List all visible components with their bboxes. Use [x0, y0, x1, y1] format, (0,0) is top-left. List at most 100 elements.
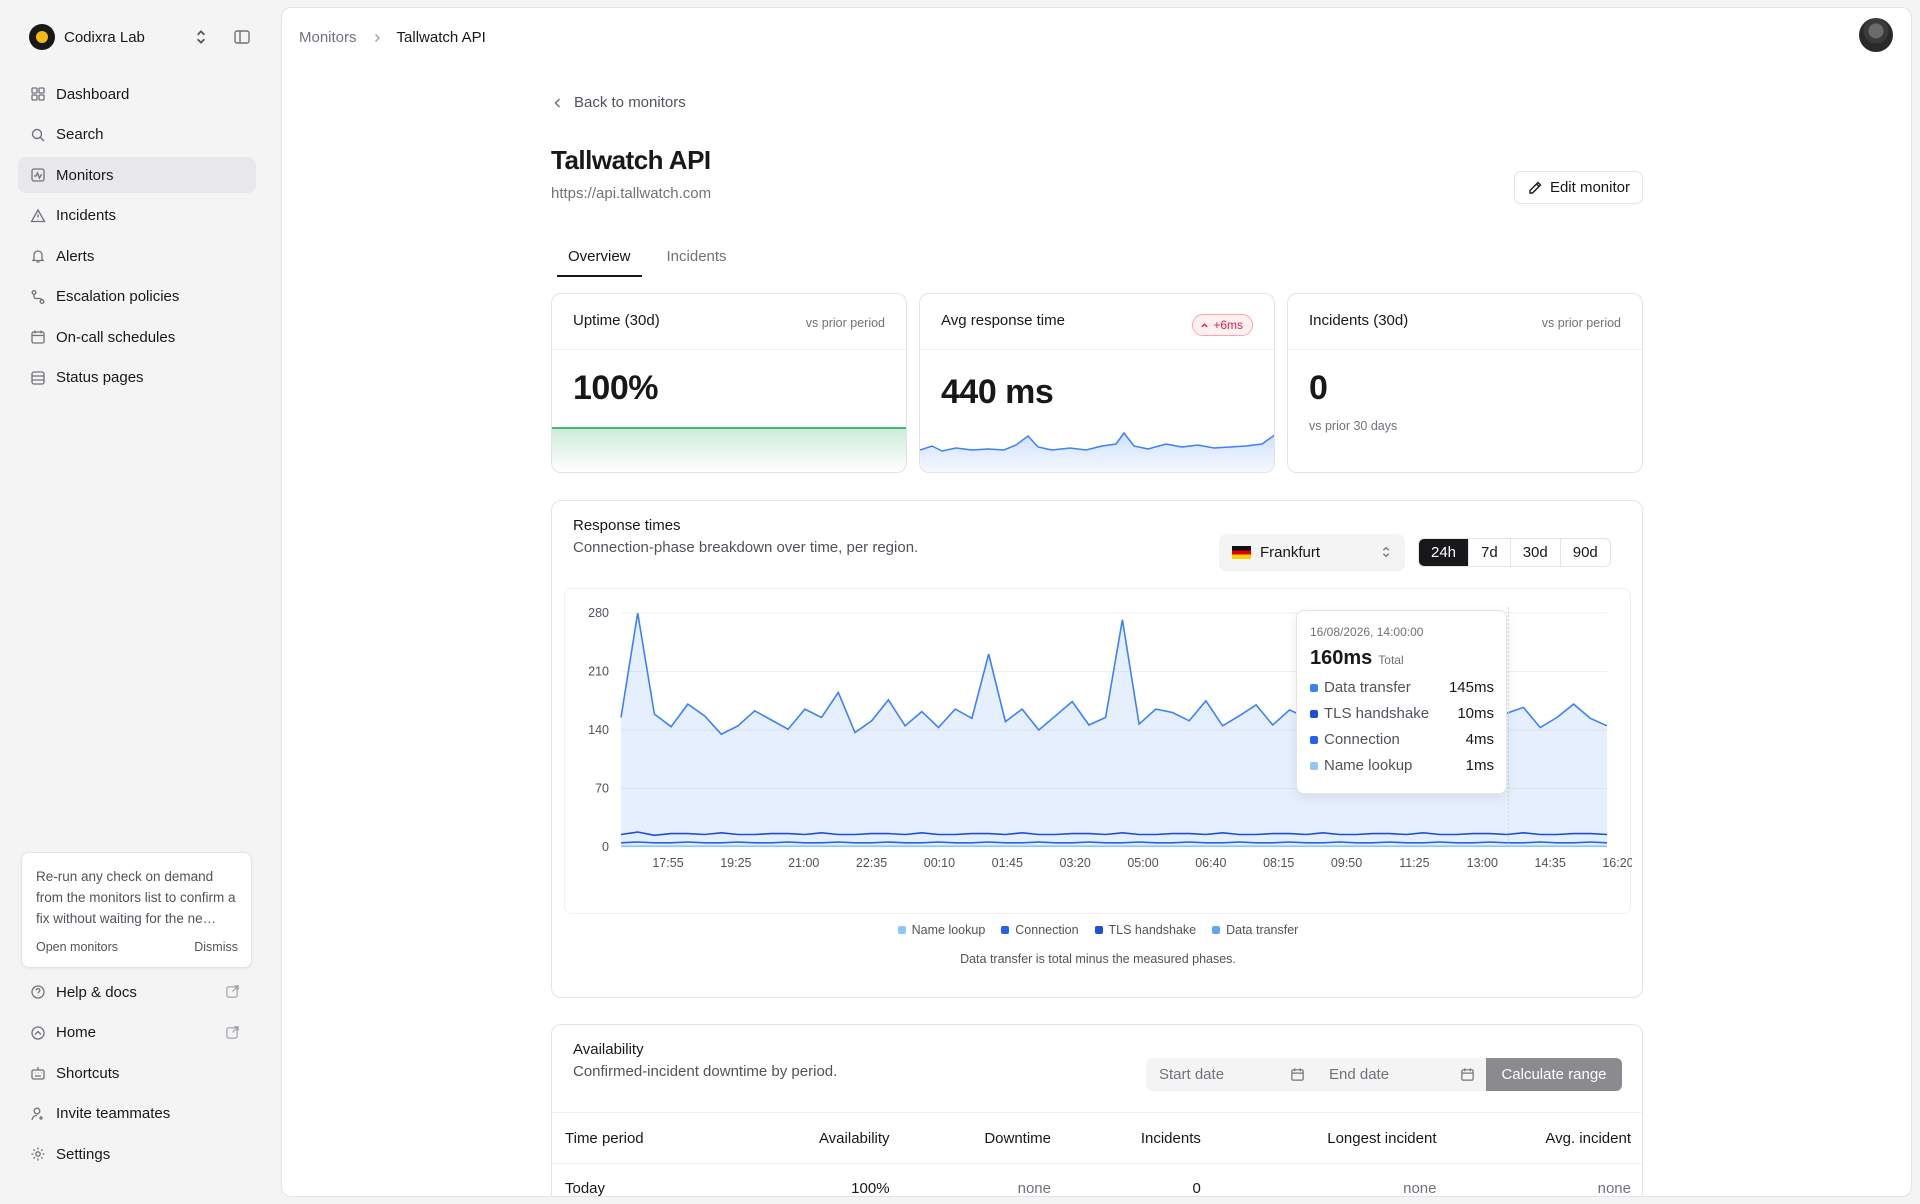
col-longest-incident: Longest incident: [1213, 1112, 1450, 1164]
table-header-row: Time period Availability Downtime Incide…: [552, 1112, 1642, 1164]
tooltip-label: Connection: [1324, 731, 1400, 748]
calendar-icon: [1291, 1068, 1304, 1081]
open-monitors-link[interactable]: Open monitors: [36, 940, 118, 954]
incidents-title: Incidents (30d): [1309, 312, 1409, 329]
tooltip-value: 145ms: [1448, 679, 1494, 696]
tooltip-total-label: Total: [1378, 653, 1404, 667]
sidebar-item-label: Help & docs: [56, 983, 137, 1001]
tooltip-swatch: [1310, 735, 1318, 744]
org-switcher[interactable]: Codixra Lab: [29, 24, 261, 50]
search-icon: [31, 128, 45, 141]
uptime-sparkline: [552, 427, 906, 472]
back-link[interactable]: Back to monitors: [551, 94, 686, 111]
tip-card: Re-run any check on demand from the moni…: [21, 852, 252, 968]
x-tick-label: 17:55: [652, 856, 683, 870]
sidebar-item-label: Home: [56, 1024, 97, 1041]
sidebar-item-label: Incidents: [56, 207, 117, 224]
end-date-placeholder: End date: [1329, 1066, 1390, 1083]
range-7d[interactable]: 7d: [1468, 539, 1510, 566]
legend-item[interactable]: TLS handshake: [1094, 923, 1197, 937]
sidebar-item-invite-teammates[interactable]: Invite teammates: [18, 1096, 256, 1132]
tab-incidents[interactable]: Incidents: [656, 241, 738, 277]
region-select[interactable]: Frankfurt: [1219, 534, 1405, 571]
x-tick-label: 01:45: [992, 856, 1023, 870]
breadcrumb-monitors[interactable]: Monitors: [299, 29, 357, 46]
response-card: Avg response time +6ms 440 ms: [919, 293, 1275, 473]
legend-label: Name lookup: [911, 923, 986, 937]
x-tick-label: 06:40: [1195, 856, 1226, 870]
incidents-note: vs prior period: [1541, 316, 1621, 330]
gear-icon: [31, 1147, 45, 1161]
range-90d[interactable]: 90d: [1559, 539, 1610, 566]
status-page-icon: [31, 370, 45, 385]
table-row: Today 100% none 0 none none: [552, 1164, 1642, 1197]
monitor-url: https://api.tallwatch.com: [551, 185, 712, 202]
avatar[interactable]: [1859, 18, 1893, 52]
chart-legend: Name lookup Connection TLS handshake Data t…: [552, 923, 1642, 937]
col-avg-incident: Avg. incident: [1449, 1112, 1642, 1164]
x-tick-label: 13:00: [1467, 856, 1498, 870]
trend-badge: +6ms: [1192, 314, 1253, 336]
sidebar-item-settings[interactable]: Settings: [18, 1136, 256, 1172]
y-tick-label: 0: [602, 840, 609, 854]
pencil-icon: [1529, 181, 1542, 194]
edit-monitor-button[interactable]: Edit monitor: [1513, 171, 1643, 204]
sidebar-toggle-icon[interactable]: [232, 27, 252, 47]
home-icon: [31, 1025, 45, 1040]
sidebar-item-home[interactable]: Home: [18, 1015, 256, 1051]
sidebar-item-incidents[interactable]: Incidents: [18, 198, 256, 234]
range-24h[interactable]: 24h: [1419, 539, 1469, 566]
tooltip-row: Data transfer 145ms: [1310, 679, 1494, 696]
sidebar-item-dashboard[interactable]: Dashboard: [18, 76, 256, 112]
end-date-field[interactable]: End date: [1316, 1058, 1486, 1091]
chevron-right-icon: [374, 33, 380, 42]
legend-label: TLS handshake: [1108, 923, 1197, 937]
sidebar-item-escalation-policies[interactable]: Escalation policies: [18, 279, 256, 315]
tooltip-swatch: [1310, 709, 1318, 718]
calculate-range-button[interactable]: Calculate range: [1486, 1058, 1622, 1091]
user-plus-icon: [31, 1107, 43, 1120]
main-panel: Monitors Tallwatch API Back to monitors …: [281, 7, 1912, 1197]
legend-item[interactable]: Name lookup: [897, 923, 986, 937]
sidebar-item-monitors[interactable]: Monitors: [18, 157, 256, 193]
x-tick-label: 21:00: [788, 856, 819, 870]
response-title: Avg response time: [941, 312, 1065, 329]
cell-avg: none: [1597, 1179, 1631, 1197]
page-title: Tallwatch API: [551, 145, 711, 175]
warning-triangle-icon: [30, 208, 46, 222]
trend-badge-value: +6ms: [1213, 318, 1243, 332]
y-tick-label: 210: [588, 665, 609, 679]
legend-item[interactable]: Data transfer: [1212, 923, 1298, 937]
sidebar-item-status-pages[interactable]: Status pages: [18, 360, 256, 396]
sidebar-item-label: Alerts: [56, 247, 95, 265]
legend-label: Data transfer: [1226, 923, 1299, 937]
chevrons-up-down-icon: [1382, 546, 1390, 558]
range-30d[interactable]: 30d: [1509, 539, 1560, 566]
sidebar-nav: Dashboard Search Monitors Incidents Aler…: [18, 76, 256, 400]
sidebar-item-search[interactable]: Search: [18, 117, 256, 153]
start-date-field[interactable]: Start date: [1146, 1058, 1316, 1091]
y-tick-label: 280: [588, 606, 609, 620]
tab-overview[interactable]: Overview: [557, 241, 642, 277]
sidebar-item-help-docs[interactable]: Help & docs: [18, 974, 256, 1010]
response-times-panel: Response times Connection-phase breakdow…: [551, 500, 1643, 998]
keyboard-icon: [31, 1067, 45, 1080]
col-availability: Availability: [734, 1112, 903, 1164]
sidebar-item-shortcuts[interactable]: Shortcuts: [18, 1055, 256, 1091]
uptime-note: vs prior period: [805, 316, 885, 330]
sidebar-item-alerts[interactable]: Alerts: [18, 238, 256, 274]
date-range-picker: Start date End date Calculate range: [1146, 1058, 1622, 1091]
legend-swatch: [897, 926, 906, 934]
chevrons-up-down-icon[interactable]: [192, 28, 210, 46]
sidebar-item-label: Dashboard: [56, 85, 130, 103]
legend-swatch: [1094, 926, 1103, 934]
germany-flag-icon: [1232, 546, 1251, 559]
sidebar-item-label: Shortcuts: [56, 1064, 120, 1082]
sidebar-item-on-call-schedules[interactable]: On-call schedules: [18, 319, 256, 355]
org-logo: [29, 24, 55, 50]
sidebar-item-label: Monitors: [56, 166, 114, 184]
availability-table: Time period Availability Downtime Incide…: [552, 1112, 1642, 1197]
legend-item[interactable]: Connection: [1001, 923, 1079, 937]
dismiss-link[interactable]: Dismiss: [194, 940, 238, 954]
grid-icon: [31, 87, 45, 101]
